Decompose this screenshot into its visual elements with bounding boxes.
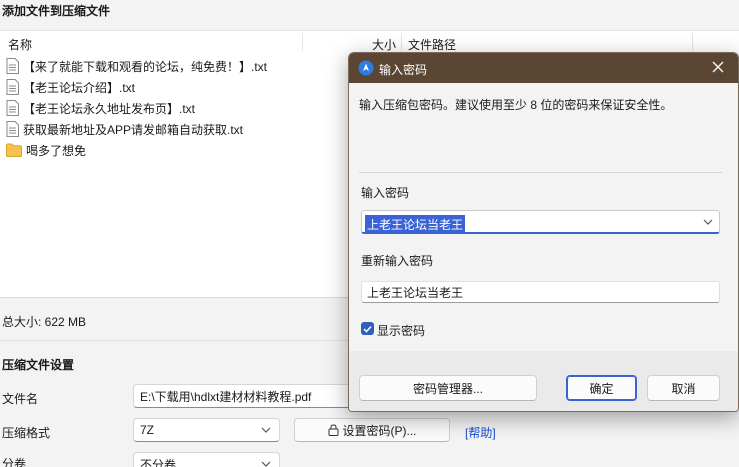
close-icon[interactable] [712,61,724,73]
filename-value: E:\下载用\hdlxt建材材料教程.pdf [140,389,312,404]
column-separator[interactable] [401,33,402,51]
lock-icon [328,424,338,436]
format-select[interactable]: 7Z [133,418,280,442]
cancel-label: 取消 [671,381,696,396]
divider [359,172,722,173]
chevron-down-icon [261,461,271,467]
file-name: 【老王论坛永久地址发布页】.txt [23,101,196,116]
text-file-icon [6,100,19,116]
format-value: 7Z [140,423,155,437]
text-file-icon [6,79,19,95]
password-value: 上老王论坛当老王 [365,215,466,234]
text-file-icon [6,121,19,137]
total-size: 总大小: 622 MB [2,315,87,329]
show-password-label[interactable]: 显示密码 [377,322,425,339]
format-label: 压缩格式 [2,426,51,440]
filename-label: 文件名 [2,392,39,406]
section-title-settings: 压缩文件设置 [2,358,75,372]
column-header-size[interactable]: 大小 [372,36,396,53]
dialog-footer: 密码管理器... 确定 取消 [349,351,738,411]
ok-label: 确定 [589,381,614,396]
password-manager-button[interactable]: 密码管理器... [359,375,537,401]
folder-icon [6,143,22,157]
list-item[interactable]: 获取最新地址及APP请发邮箱自动获取.txt [6,119,243,139]
show-password-checkbox[interactable] [361,322,374,335]
password-manager-label: 密码管理器... [412,381,483,396]
set-password-label: 设置密码(P)... [342,423,417,438]
folder-name: 喝多了想免 [26,143,87,158]
filename-input[interactable]: E:\下载用\hdlxt建材材料教程.pdf [133,384,363,408]
list-item[interactable]: 【老王论坛永久地址发布页】.txt [6,98,195,118]
app-logo-icon [358,60,374,76]
list-item[interactable]: 【老王论坛介绍】.txt [6,77,135,97]
chevron-down-icon[interactable] [703,218,713,226]
file-name: 获取最新地址及APP请发邮箱自动获取.txt [23,122,244,137]
list-item[interactable]: 【来了就能下载和观看的论坛，纯免费！】.txt [6,56,267,76]
file-name: 【来了就能下载和观看的论坛，纯免费！】.txt [23,59,268,74]
file-name: 【老王论坛介绍】.txt [23,80,136,95]
column-header-path[interactable]: 文件路径 [408,36,456,53]
password-label: 输入密码 [361,186,410,200]
column-separator[interactable] [692,33,693,51]
checkmark-icon [363,325,372,333]
reenter-password-input[interactable]: 上老王论坛当老王 [361,281,720,303]
dialog-instruction: 输入压缩包密码。建议使用至少 8 位的密码来保证安全性。 [359,98,673,112]
chevron-down-icon [261,427,271,433]
text-file-icon [6,58,19,74]
split-label: 分卷 [2,457,27,467]
dialog-title: 输入密码 [379,63,428,77]
help-link[interactable]: [帮助] [465,424,496,441]
column-separator[interactable] [302,33,303,51]
set-password-button[interactable]: 设置密码(P)... [294,418,450,442]
list-item[interactable]: 喝多了想免 [6,140,86,160]
reenter-password-value: 上老王论坛当老王 [367,285,464,300]
split-select[interactable]: 不分卷 [133,452,280,467]
password-input[interactable]: 上老王论坛当老王 [361,210,720,234]
column-header-name[interactable]: 名称 [8,36,32,53]
file-list-header: 名称 大小 文件路径 [0,31,739,53]
section-title-add-files: 添加文件到压缩文件 [2,4,111,18]
password-dialog: 输入密码 输入压缩包密码。建议使用至少 8 位的密码来保证安全性。 输入密码 上… [348,52,739,412]
ok-button[interactable]: 确定 [566,375,637,401]
split-value: 不分卷 [140,457,177,467]
reenter-password-label: 重新输入密码 [361,254,434,268]
cancel-button[interactable]: 取消 [647,375,720,401]
dialog-title-bar[interactable]: 输入密码 [349,53,738,83]
